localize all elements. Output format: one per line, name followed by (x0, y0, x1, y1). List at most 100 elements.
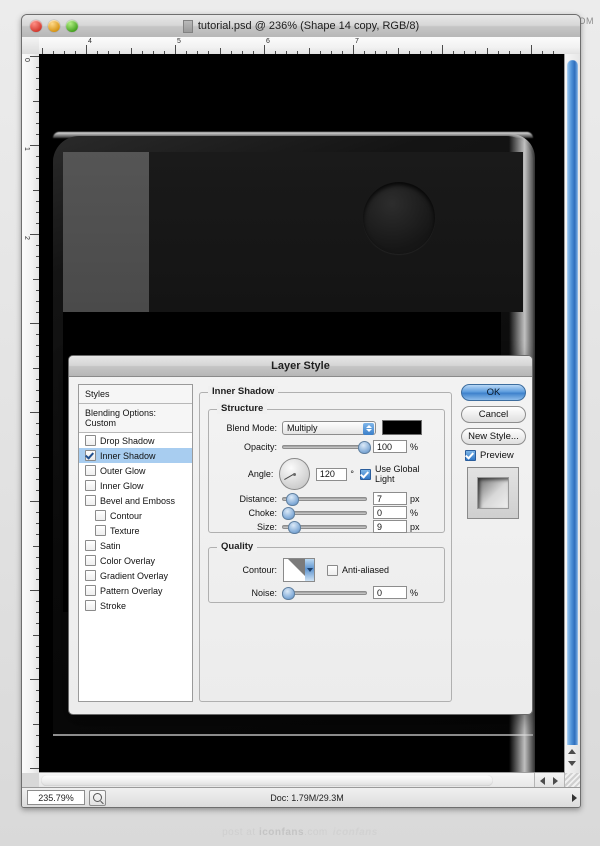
style-item-pattern-overlay[interactable]: Pattern Overlay (79, 583, 192, 598)
document-size-info: Doc: 1.79M/29.3M (270, 792, 344, 803)
angle-input[interactable]: 120 (315, 467, 348, 481)
scroll-up-arrow-icon[interactable] (568, 749, 576, 754)
style-item-stroke[interactable]: Stroke (79, 598, 192, 613)
vertical-scrollbar[interactable] (564, 54, 580, 773)
style-item-checkbox[interactable] (85, 480, 96, 491)
opacity-unit: % (410, 441, 419, 452)
size-slider-thumb[interactable] (288, 521, 301, 534)
style-item-checkbox[interactable] (85, 600, 96, 611)
style-item-satin[interactable]: Satin (79, 538, 192, 553)
preview-toggle-row[interactable]: Preview (465, 450, 526, 461)
ruler-tick (30, 590, 39, 591)
zoom-window-icon[interactable] (66, 20, 78, 32)
choke-input[interactable]: 0 (373, 506, 407, 519)
noise-input[interactable]: 0 (373, 586, 407, 599)
structure-group: Structure Blend Mode: Multiply Opacity: (208, 403, 445, 534)
structure-group-label: Structure (217, 403, 268, 414)
opacity-slider-thumb[interactable] (358, 441, 371, 454)
style-item-label: Inner Glow (100, 480, 144, 491)
screenshot-root: 思缘设计论坛WWW.MISSYUAN.COM tutorial.psd @ 23… (0, 0, 600, 846)
scroll-down-arrow-icon[interactable] (568, 761, 576, 766)
style-item-checkbox[interactable] (85, 555, 96, 566)
document-status-bar: 235.79% Doc: 1.79M/29.3M (22, 787, 580, 807)
style-item-checkbox[interactable] (95, 525, 106, 536)
style-item-gradient-overlay[interactable]: Gradient Overlay (79, 568, 192, 583)
blend-mode-stepper-icon[interactable] (363, 422, 374, 435)
style-item-texture[interactable]: Texture (79, 523, 192, 538)
style-item-inner-shadow[interactable]: Inner Shadow (79, 448, 192, 463)
use-global-light-label: Use Global Light (374, 464, 420, 484)
style-item-checkbox[interactable] (85, 585, 96, 596)
style-item-checkbox[interactable] (85, 435, 96, 446)
style-item-contour[interactable]: Contour (79, 508, 192, 523)
size-input[interactable]: 9 (373, 520, 407, 533)
style-item-checkbox[interactable] (85, 450, 96, 461)
contour-preset-picker[interactable] (283, 558, 315, 582)
cancel-button[interactable]: Cancel (461, 406, 526, 423)
horizontal-scrollbar[interactable] (39, 772, 565, 788)
style-item-label: Drop Shadow (100, 435, 155, 446)
zoom-level-field[interactable]: 235.79% (27, 790, 85, 805)
angle-dial[interactable] (279, 458, 310, 490)
ruler-corner[interactable] (22, 37, 40, 55)
vertical-scrollbar-thumb[interactable] (567, 60, 578, 764)
horizontal-ruler[interactable]: 4 5 6 7 (39, 37, 580, 55)
style-item-checkbox[interactable] (85, 540, 96, 551)
style-item-drop-shadow[interactable]: Drop Shadow (79, 433, 192, 448)
shadow-color-swatch[interactable] (382, 420, 422, 435)
style-item-label: Outer Glow (100, 465, 146, 476)
style-item-label: Gradient Overlay (100, 570, 169, 581)
style-item-bevel-and-emboss[interactable]: Bevel and Emboss (79, 493, 192, 508)
style-item-label: Pattern Overlay (100, 585, 163, 596)
style-item-inner-glow[interactable]: Inner Glow (79, 478, 192, 493)
distance-slider[interactable] (282, 493, 367, 506)
preview-mode-button[interactable] (89, 789, 106, 806)
blend-mode-label: Blend Mode: (226, 422, 277, 433)
preview-checkbox[interactable] (465, 450, 476, 461)
ruler-label-h: 5 (177, 38, 181, 45)
vertical-ruler[interactable]: 0 1 2 (22, 54, 40, 773)
noise-slider-thumb[interactable] (282, 587, 295, 600)
document-title-group: tutorial.psd @ 236% (Shape 14 copy, RGB/… (22, 15, 580, 37)
status-menu-arrow-icon[interactable] (568, 792, 580, 804)
size-label: Size: (256, 521, 277, 532)
vertical-scrollbar-arrows[interactable] (564, 745, 580, 773)
horizontal-scrollbar-arrows[interactable] (534, 773, 565, 788)
style-item-outer-glow[interactable]: Outer Glow (79, 463, 192, 478)
choke-slider-thumb[interactable] (282, 507, 295, 520)
scroll-right-arrow-icon[interactable] (553, 777, 558, 785)
angle-label: Angle: (247, 469, 274, 479)
distance-slider-thumb[interactable] (286, 493, 299, 506)
scroll-left-arrow-icon[interactable] (540, 777, 545, 785)
style-item-checkbox[interactable] (85, 570, 96, 581)
document-titlebar[interactable]: tutorial.psd @ 236% (Shape 14 copy, RGB/… (22, 15, 580, 38)
contour-dropdown-icon[interactable] (305, 559, 314, 581)
horizontal-scrollbar-thumb[interactable] (41, 775, 493, 786)
ruler-label-v: 0 (23, 58, 30, 62)
opacity-input[interactable]: 100 (373, 440, 407, 453)
blend-mode-select[interactable]: Multiply (282, 420, 376, 435)
size-slider[interactable] (282, 521, 367, 534)
dialog-title: Layer Style (69, 356, 532, 377)
styles-panel[interactable]: Styles Blending Options: Custom Drop Sha… (78, 384, 193, 702)
style-item-checkbox[interactable] (85, 465, 96, 476)
style-item-checkbox[interactable] (85, 495, 96, 506)
noise-slider[interactable] (282, 587, 367, 600)
bottom-watermark: post at iconfans.com iconfans (0, 827, 600, 838)
new-style-button[interactable]: New Style... (461, 428, 526, 445)
ruler-tick (30, 323, 39, 324)
style-item-checkbox[interactable] (95, 510, 106, 521)
opacity-slider[interactable] (282, 441, 371, 454)
preview-label: Preview (480, 450, 514, 461)
minimize-window-icon[interactable] (48, 20, 60, 32)
close-window-icon[interactable] (30, 20, 42, 32)
distance-input[interactable]: 7 (373, 492, 407, 505)
choke-slider[interactable] (282, 507, 367, 520)
window-resize-grip[interactable] (564, 773, 580, 788)
ruler-tick (86, 45, 87, 54)
ok-button[interactable]: OK (461, 384, 526, 401)
style-item-color-overlay[interactable]: Color Overlay (79, 553, 192, 568)
blending-options-row[interactable]: Blending Options: Custom (79, 404, 192, 433)
anti-aliased-checkbox[interactable] (327, 564, 338, 576)
use-global-light-checkbox[interactable] (359, 468, 371, 480)
